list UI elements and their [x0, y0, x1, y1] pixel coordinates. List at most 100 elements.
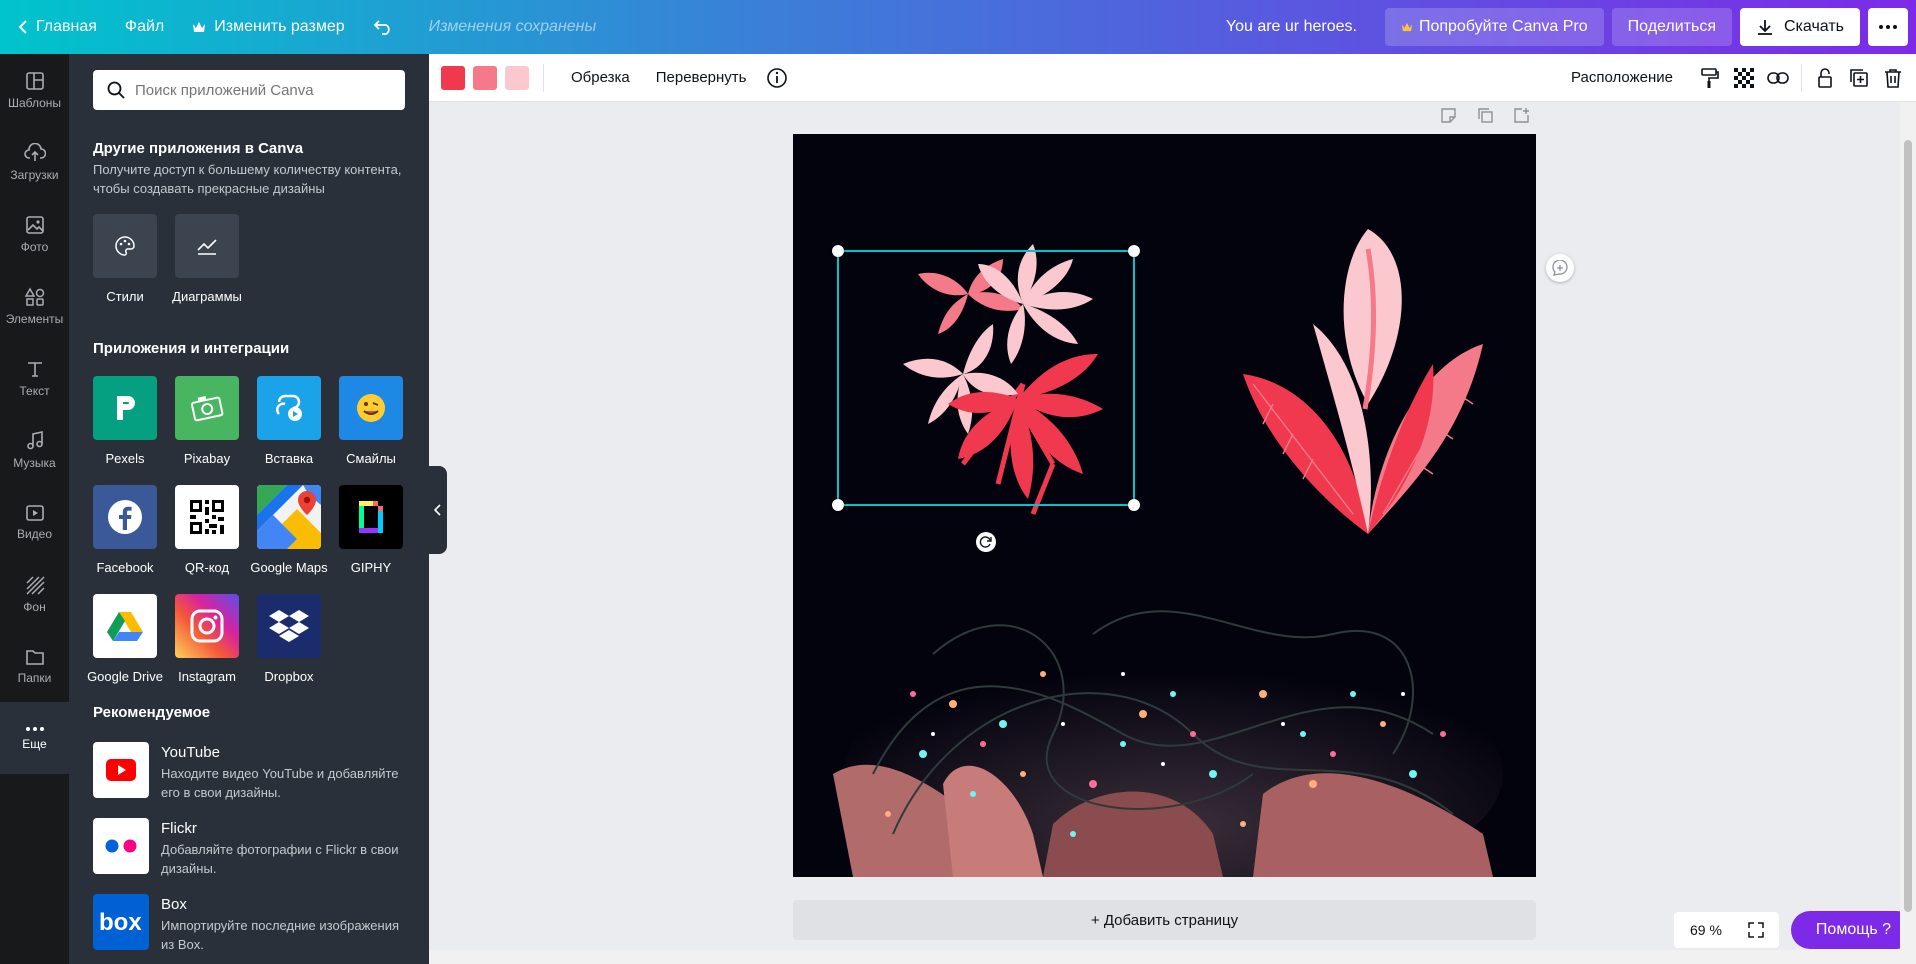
- resize-handle[interactable]: [1128, 245, 1140, 257]
- facebook-logo-icon: [108, 500, 142, 534]
- resize-button[interactable]: Изменить размер: [178, 0, 358, 54]
- undo-icon: [373, 20, 390, 35]
- share-button[interactable]: Поделиться: [1611, 8, 1732, 46]
- home-button[interactable]: Главная: [0, 0, 111, 54]
- try-pro-button[interactable]: Попробуйте Canva Pro: [1384, 8, 1604, 46]
- link-button[interactable]: [1761, 61, 1795, 95]
- selection-box[interactable]: [832, 245, 1140, 511]
- rotate-handle[interactable]: [976, 532, 996, 552]
- app-tile-qr-code[interactable]: [175, 485, 239, 549]
- paint-roller-icon: [1701, 67, 1719, 88]
- lights-photo: [833, 610, 1503, 877]
- app-tile-dropbox[interactable]: [257, 594, 321, 658]
- app-tile-pixabay[interactable]: [175, 376, 239, 440]
- app-tile-google-drive[interactable]: [93, 594, 157, 658]
- resize-handle[interactable]: [832, 245, 844, 257]
- rail-label: Музыка: [13, 455, 56, 470]
- comment-add-icon: [1552, 260, 1568, 276]
- app-tile-emoji[interactable]: [339, 376, 403, 440]
- apps-panel: Другие приложения в Canva Получите досту…: [69, 54, 429, 964]
- info-button[interactable]: [760, 61, 794, 95]
- app-label: Смайлы: [346, 451, 396, 466]
- scroll-thumb[interactable]: [1904, 140, 1912, 912]
- undo-button[interactable]: [359, 0, 415, 54]
- page-add-button[interactable]: [1513, 107, 1530, 129]
- design-title[interactable]: You are ur heroes.: [1212, 0, 1377, 54]
- trash-icon: [1885, 68, 1901, 88]
- transparency-button[interactable]: [1727, 61, 1761, 95]
- resize-handle[interactable]: [832, 499, 844, 511]
- color-swatch-1[interactable]: [441, 65, 465, 90]
- app-label: Стили: [106, 289, 144, 304]
- rail-item-more[interactable]: Еще: [0, 702, 69, 774]
- templates-icon: [25, 71, 44, 90]
- rail-item-elements[interactable]: Элементы: [0, 270, 69, 342]
- file-label: Файл: [124, 18, 165, 35]
- collapse-panel-button[interactable]: [429, 466, 447, 554]
- app-tile-giphy[interactable]: [339, 485, 403, 549]
- download-button[interactable]: Скачать: [1740, 8, 1860, 46]
- color-swatch-2[interactable]: [473, 65, 497, 90]
- design-page[interactable]: [793, 134, 1536, 877]
- other-apps-title: Другие приложения в Canva: [93, 140, 304, 157]
- crown-icon: [1401, 22, 1412, 32]
- app-tile-google-maps[interactable]: [257, 485, 321, 549]
- crop-button[interactable]: Обрезка: [558, 69, 643, 86]
- rail-item-music[interactable]: Музыка: [0, 414, 69, 486]
- app-tile-instagram[interactable]: [175, 594, 239, 658]
- duplicate-button[interactable]: [1842, 61, 1876, 95]
- rail-item-text[interactable]: Текст: [0, 342, 69, 414]
- camera-icon: [191, 396, 224, 422]
- page-duplicate-button[interactable]: [1477, 107, 1494, 129]
- flip-button[interactable]: Перевернуть: [643, 69, 760, 86]
- chevron-left-icon: [434, 504, 441, 516]
- color-swatch-3[interactable]: [505, 65, 529, 90]
- recommended-desc: Находите видео YouTube и добавляйте его …: [161, 766, 399, 800]
- flickr-logo-icon: [93, 818, 149, 874]
- integrations-title: Приложения и интеграции: [93, 340, 290, 357]
- file-menu[interactable]: Файл: [111, 0, 178, 54]
- lock-button[interactable]: [1808, 61, 1842, 95]
- add-page-button[interactable]: + Добавить страницу: [793, 900, 1536, 940]
- add-comment-button[interactable]: [1546, 254, 1574, 282]
- zoom-control[interactable]: 69 %: [1674, 912, 1779, 948]
- app-tile-styles[interactable]: [93, 214, 157, 278]
- horizontal-scrollbar[interactable]: [429, 950, 1900, 964]
- elements-icon: [24, 286, 44, 306]
- recommended-item-flickr[interactable]: Flickr Добавляйте фотографии с Flickr в …: [93, 818, 413, 880]
- help-button[interactable]: Помощь ?: [1791, 911, 1916, 949]
- page-note-button[interactable]: [1440, 107, 1457, 129]
- copy-style-button[interactable]: [1693, 61, 1727, 95]
- search-box[interactable]: [93, 70, 405, 110]
- rail-item-uploads[interactable]: Загрузки: [0, 126, 69, 198]
- rail-item-background[interactable]: Фон: [0, 558, 69, 630]
- recommended-item-youtube[interactable]: YouTube Находите видео YouTube и добавля…: [93, 742, 413, 804]
- rail-item-folders[interactable]: Папки: [0, 630, 69, 702]
- app-label: Pexels: [105, 451, 145, 466]
- delete-button[interactable]: [1876, 61, 1910, 95]
- embed-icon: [276, 394, 302, 421]
- rail-item-templates[interactable]: Шаблоны: [0, 54, 69, 126]
- rail-label: Текст: [19, 383, 50, 398]
- search-input[interactable]: [135, 81, 385, 99]
- recommended-item-box[interactable]: box Box Импортируйте последние изображен…: [93, 894, 413, 956]
- app-label: Диаграммы: [172, 289, 242, 304]
- position-button[interactable]: Расположение: [1558, 69, 1693, 86]
- app-tile-pexels[interactable]: [93, 376, 157, 440]
- rail-label: Шаблоны: [7, 95, 62, 110]
- app-tile-charts[interactable]: [175, 214, 239, 278]
- fullscreen-icon: [1748, 922, 1764, 938]
- top-bar: Главная Файл Изменить размер Изменения с…: [0, 0, 1916, 54]
- download-label: Скачать: [1784, 18, 1844, 35]
- rotate-icon: [979, 536, 992, 548]
- app-tile-embed[interactable]: [257, 376, 321, 440]
- rail-item-video[interactable]: Видео: [0, 486, 69, 558]
- resize-label: Изменить размер: [214, 18, 345, 35]
- home-label: Главная: [36, 18, 97, 35]
- vertical-scrollbar[interactable]: [1900, 102, 1916, 964]
- more-button[interactable]: [1868, 8, 1908, 46]
- resize-handle[interactable]: [1128, 499, 1140, 511]
- add-page-icon: [1514, 108, 1529, 123]
- rail-item-photos[interactable]: Фото: [0, 198, 69, 270]
- app-tile-facebook[interactable]: [93, 485, 157, 549]
